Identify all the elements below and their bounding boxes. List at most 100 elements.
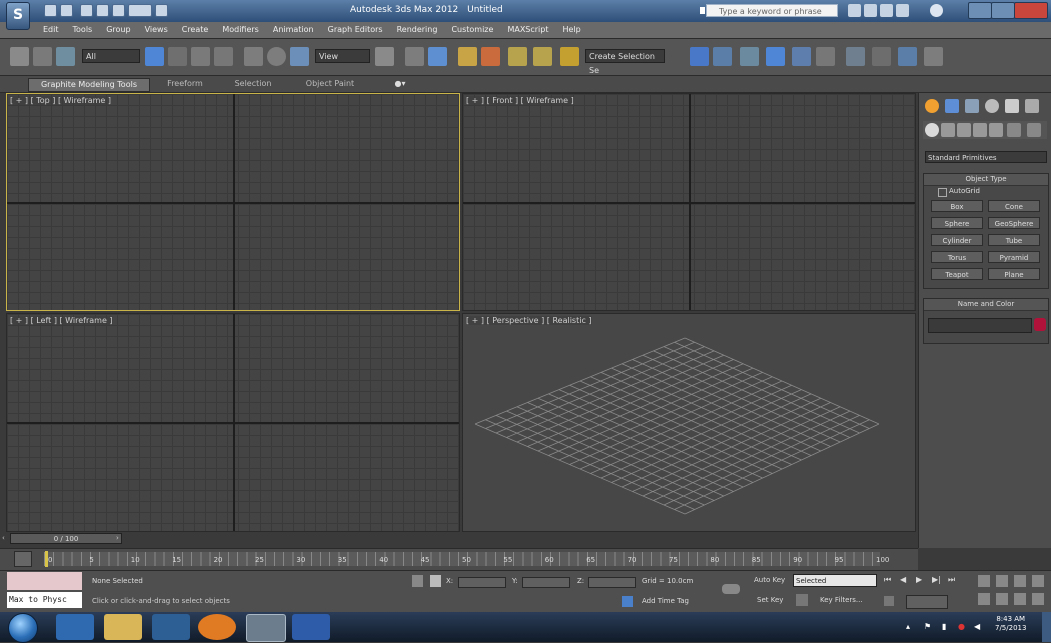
sphere-button[interactable]: Sphere — [931, 217, 983, 229]
undo-icon[interactable] — [96, 4, 109, 17]
word-icon[interactable] — [292, 614, 330, 640]
render-production-icon[interactable] — [924, 47, 943, 66]
action-center-icon[interactable]: ⚑ — [924, 622, 931, 631]
create-tab-icon[interactable] — [925, 99, 939, 113]
viewport-label-left[interactable]: [ + ] [ Left ] [ Wireframe ] — [10, 316, 113, 325]
3ds-max-taskbar-icon[interactable] — [246, 614, 286, 642]
space-warps-icon[interactable] — [1007, 123, 1021, 137]
redo-icon[interactable] — [112, 4, 125, 17]
tab-object-paint[interactable]: Object Paint — [300, 78, 360, 90]
box-button[interactable]: Box — [931, 200, 983, 212]
taskbar-clock[interactable]: 8:43 AM 7/5/2013 — [995, 615, 1026, 633]
menu-group[interactable]: Group — [99, 22, 137, 34]
menu-graph-editors[interactable]: Graph Editors — [321, 22, 390, 34]
window-crossing-icon[interactable] — [214, 47, 233, 66]
rectangular-selection-icon[interactable] — [191, 47, 210, 66]
cylinder-button[interactable]: Cylinder — [931, 234, 983, 246]
link-icon[interactable] — [10, 47, 29, 66]
reference-coordinate-dropdown[interactable]: View — [315, 49, 370, 63]
current-frame-field[interactable] — [906, 595, 948, 609]
close-button[interactable] — [1014, 2, 1048, 19]
cone-button[interactable]: Cone — [988, 200, 1040, 212]
rendered-frame-window-icon[interactable] — [898, 47, 917, 66]
name-and-color-header[interactable]: Name and Color — [924, 299, 1048, 311]
menu-edit[interactable]: Edit — [36, 22, 66, 34]
tray-expand-icon[interactable]: ▴ — [906, 622, 910, 631]
maximize-viewport-icon[interactable] — [1032, 593, 1044, 605]
start-button[interactable] — [8, 613, 38, 643]
tube-button[interactable]: Tube — [988, 234, 1040, 246]
add-time-tag[interactable]: Add Time Tag — [642, 597, 689, 605]
time-slider[interactable]: 0 / 100 — [10, 533, 122, 544]
firefox-icon[interactable] — [198, 614, 236, 640]
select-and-move-icon[interactable] — [244, 47, 263, 66]
object-name-input[interactable] — [928, 318, 1032, 333]
zoom-all-icon[interactable] — [996, 575, 1008, 587]
autogrid-checkbox[interactable] — [938, 188, 947, 197]
subscription-center-icon[interactable] — [864, 4, 877, 17]
key-filters-button[interactable]: Key Filters... — [820, 596, 863, 604]
viewport-label-front[interactable]: [ + ] [ Front ] [ Wireframe ] — [466, 96, 574, 105]
open-file-icon[interactable] — [60, 4, 73, 17]
shapes-icon[interactable] — [941, 123, 955, 137]
previous-frame-icon[interactable]: ◀ — [900, 575, 906, 584]
schematic-view-icon[interactable] — [816, 47, 835, 66]
key-mode-toggle-icon[interactable] — [884, 596, 894, 606]
primitive-type-dropdown[interactable]: Standard Primitives — [925, 151, 1047, 163]
select-and-rotate-icon[interactable] — [267, 47, 286, 66]
unlink-icon[interactable] — [33, 47, 52, 66]
geometry-icon[interactable] — [925, 123, 939, 137]
network-icon[interactable]: ● — [958, 622, 965, 631]
modify-tab-icon[interactable] — [945, 99, 959, 113]
render-setup-icon[interactable] — [872, 47, 891, 66]
display-tab-icon[interactable] — [1005, 99, 1019, 113]
named-selection-set-dropdown[interactable]: Create Selection Se — [585, 49, 665, 75]
search-input[interactable]: Type a keyword or phrase — [706, 4, 838, 17]
object-color-swatch[interactable] — [1034, 318, 1046, 331]
spinner-snap-icon[interactable] — [533, 47, 552, 66]
pan-view-icon[interactable] — [996, 593, 1008, 605]
align-icon[interactable] — [713, 47, 732, 66]
select-and-scale-icon[interactable] — [290, 47, 309, 66]
volume-icon[interactable]: ◀ — [974, 622, 980, 631]
material-editor-icon[interactable] — [846, 47, 865, 66]
viewport-perspective[interactable]: [ + ] [ Perspective ] [ Realistic ] — [462, 313, 916, 532]
lock-selection-icon[interactable] — [412, 575, 423, 587]
save-file-icon[interactable] — [80, 4, 93, 17]
motion-tab-icon[interactable] — [985, 99, 999, 113]
select-and-manipulate-icon[interactable] — [405, 47, 424, 66]
systems-icon[interactable] — [1027, 123, 1041, 137]
absolute-mode-transform-icon[interactable] — [430, 575, 441, 587]
menu-tools[interactable]: Tools — [66, 22, 100, 34]
pivot-center-icon[interactable] — [375, 47, 394, 66]
graphite-modeling-tools-icon[interactable] — [766, 47, 785, 66]
y-coordinate-field[interactable] — [522, 577, 570, 588]
select-by-name-icon[interactable] — [168, 47, 187, 66]
menu-help[interactable]: Help — [556, 22, 588, 34]
key-icon[interactable] — [722, 584, 740, 594]
menu-modifiers[interactable]: Modifiers — [215, 22, 266, 34]
helpers-icon[interactable] — [989, 123, 1003, 137]
tab-selection[interactable]: Selection — [228, 78, 278, 90]
x-coordinate-field[interactable] — [458, 577, 506, 588]
plane-button[interactable]: Plane — [988, 268, 1040, 280]
bind-space-warp-icon[interactable] — [56, 47, 75, 66]
viewport-front[interactable]: [ + ] [ Front ] [ Wireframe ] — [462, 93, 916, 311]
curve-editor-icon[interactable] — [792, 47, 811, 66]
zoom-icon[interactable] — [978, 575, 990, 587]
time-slider-right-arrow-icon[interactable]: › — [116, 534, 122, 543]
field-of-view-icon[interactable] — [978, 593, 990, 605]
battery-icon[interactable]: ▮ — [942, 622, 946, 631]
torus-button[interactable]: Torus — [931, 251, 983, 263]
maximize-button[interactable] — [991, 2, 1015, 19]
project-folder-icon[interactable] — [128, 4, 152, 17]
minimize-button[interactable] — [968, 2, 992, 19]
mini-curve-editor-icon[interactable] — [14, 551, 32, 567]
utilities-tab-icon[interactable] — [1025, 99, 1039, 113]
new-file-icon[interactable] — [44, 4, 57, 17]
internet-explorer-icon[interactable] — [56, 614, 94, 640]
go-to-start-icon[interactable]: ⏮ — [884, 575, 891, 585]
viewport-label-perspective[interactable]: [ + ] [ Perspective ] [ Realistic ] — [466, 316, 592, 325]
maxscript-listener-output[interactable] — [7, 572, 82, 590]
menu-create[interactable]: Create — [175, 22, 216, 34]
